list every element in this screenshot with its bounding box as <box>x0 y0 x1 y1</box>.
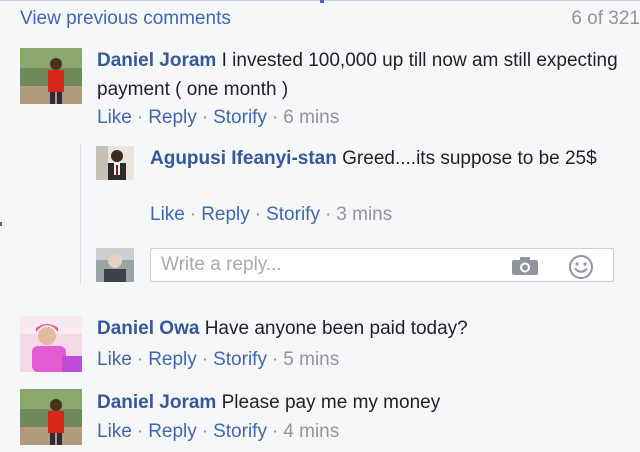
camera-icon[interactable] <box>511 256 539 282</box>
separator: · <box>136 349 144 370</box>
separator: · <box>324 204 332 225</box>
separator: · <box>136 421 144 442</box>
reply-box <box>150 248 614 282</box>
comment-timestamp[interactable]: 3 mins <box>336 204 392 225</box>
comment-author[interactable]: Daniel Joram <box>97 392 216 413</box>
like-link[interactable]: Like <box>97 349 132 370</box>
like-link[interactable]: Like <box>150 204 185 225</box>
comment-count: 6 of 321 <box>571 8 640 29</box>
comment-body: Daniel Joram Please pay me my money <box>97 388 627 417</box>
like-link[interactable]: Like <box>97 421 132 442</box>
comment-timestamp[interactable]: 6 mins <box>283 107 339 128</box>
separator: · <box>271 349 279 370</box>
edge-marker <box>320 0 324 3</box>
comment-body: Agupusi Ifeanyi-stan Greed....its suppos… <box>150 144 620 173</box>
reply-link[interactable]: Reply <box>148 421 197 442</box>
comment-actions: Like · Reply · Storify · 3 mins <box>150 204 392 226</box>
separator: · <box>136 107 144 128</box>
reply-link[interactable]: Reply <box>148 349 197 370</box>
reply-link[interactable]: Reply <box>201 204 250 225</box>
avatar[interactable] <box>96 146 134 180</box>
storify-link[interactable]: Storify <box>213 349 267 370</box>
comment-author[interactable]: Daniel Joram <box>97 50 216 71</box>
comment-timestamp[interactable]: 4 mins <box>283 421 339 442</box>
comment-actions: Like · Reply · Storify · 6 mins <box>97 107 339 129</box>
comments-header: View previous comments 6 of 321 <box>0 8 640 36</box>
comment-text: Please pay me my money <box>221 392 441 413</box>
comment-text: Have anyone been paid today? <box>204 318 468 339</box>
comment-author[interactable]: Daniel Owa <box>97 318 199 339</box>
view-previous-comments-link[interactable]: View previous comments <box>20 8 231 30</box>
comment-actions: Like · Reply · Storify · 5 mins <box>97 349 339 371</box>
storify-link[interactable]: Storify <box>213 421 267 442</box>
reply-link[interactable]: Reply <box>148 107 197 128</box>
separator: · <box>189 204 197 225</box>
comment-author[interactable]: Agupusi Ifeanyi-stan <box>150 148 337 169</box>
edge-marker <box>0 222 2 226</box>
separator: · <box>271 421 279 442</box>
storify-link[interactable]: Storify <box>213 107 267 128</box>
reply-thread-line <box>80 144 81 284</box>
separator: · <box>254 204 262 225</box>
comment-text: Greed....its suppose to be 25$ <box>342 148 597 169</box>
storify-link[interactable]: Storify <box>266 204 320 225</box>
separator: · <box>201 421 209 442</box>
reply-input[interactable] <box>161 254 501 276</box>
comment-timestamp[interactable]: 5 mins <box>283 349 339 370</box>
separator: · <box>201 107 209 128</box>
avatar[interactable] <box>20 316 82 372</box>
avatar[interactable] <box>20 48 82 104</box>
comment-actions: Like · Reply · Storify · 4 mins <box>97 421 339 443</box>
current-user-avatar <box>96 248 134 282</box>
smiley-icon[interactable] <box>568 254 594 286</box>
comment-body: Daniel Owa Have anyone been paid today? <box>97 314 627 343</box>
avatar[interactable] <box>20 389 82 445</box>
separator: · <box>201 349 209 370</box>
separator: · <box>271 107 279 128</box>
comment-body: Daniel Joram I invested 100,000 up till … <box>97 46 627 104</box>
like-link[interactable]: Like <box>97 107 132 128</box>
